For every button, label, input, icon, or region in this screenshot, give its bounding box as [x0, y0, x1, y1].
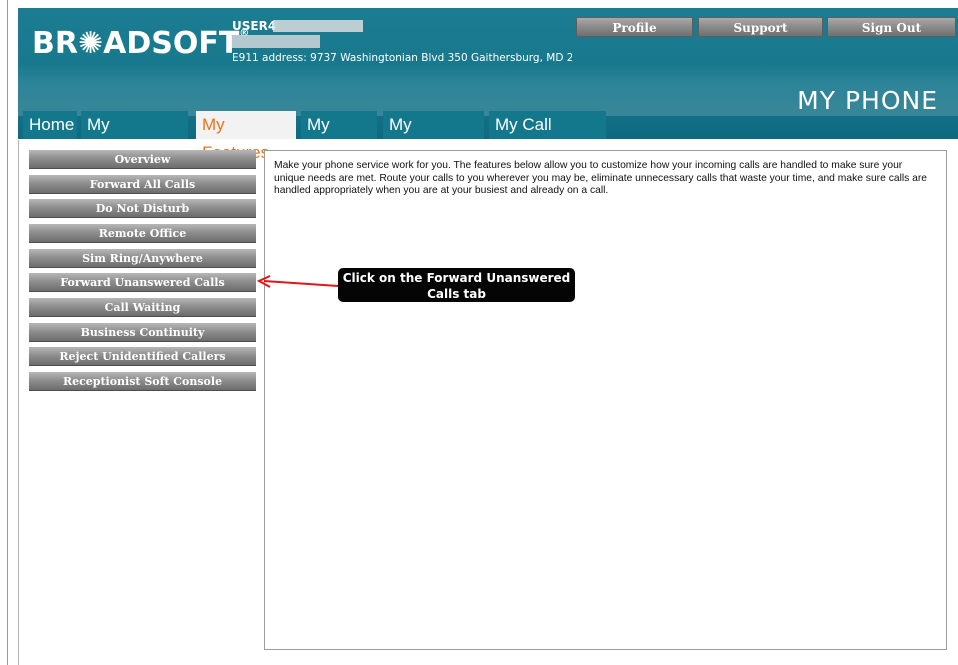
sidebar-item-forward-all-calls[interactable]: Forward All Calls	[29, 175, 256, 194]
sidebar-item-call-waiting[interactable]: Call Waiting	[29, 298, 256, 317]
tab-my-features[interactable]: My Features	[196, 111, 296, 162]
redacted-number	[232, 35, 320, 48]
tab-home[interactable]: Home	[23, 111, 77, 139]
features-content-panel: Make your phone service work for you. Th…	[264, 150, 947, 650]
main-nav: Home My Messages My Features My Rules My…	[18, 108, 958, 162]
sidebar-item-reject-unidentified-callers[interactable]: Reject Unidentified Callers	[29, 347, 256, 366]
sign-out-button[interactable]: Sign Out	[827, 17, 956, 37]
annotation-arrow-icon	[256, 275, 339, 288]
tab-my-messages[interactable]: My Messages	[81, 111, 188, 162]
sidebar-item-receptionist-soft-console[interactable]: Receptionist Soft Console	[29, 372, 256, 391]
sidebar-item-overview[interactable]: Overview	[29, 150, 256, 169]
tab-my-numbers[interactable]: My Numbers	[383, 111, 484, 162]
sidebar-item-sim-ring[interactable]: Sim Ring/Anywhere	[29, 249, 256, 268]
tab-my-rules[interactable]: My Rules	[301, 111, 377, 162]
e911-address: E911 address: 9737 Washingtonian Blvd 35…	[232, 52, 572, 64]
content-left-border	[18, 140, 19, 665]
logo-star-icon: ✺	[77, 26, 104, 61]
page-left-border	[7, 0, 8, 665]
sidebar-item-business-continuity[interactable]: Business Continuity	[29, 323, 256, 342]
username-label: USER4	[232, 19, 277, 33]
broadsoft-logo: BR✺ADSOFT®	[32, 26, 250, 61]
instruction-callout: Click on the Forward Unanswered Calls ta…	[338, 268, 575, 302]
redacted-name	[273, 20, 363, 32]
support-button[interactable]: Support	[698, 17, 823, 37]
sidebar-item-remote-office[interactable]: Remote Office	[29, 224, 256, 243]
features-intro-text: Make your phone service work for you. Th…	[274, 160, 928, 196]
sidebar-item-forward-unanswered-calls[interactable]: Forward Unanswered Calls	[29, 273, 256, 292]
tab-my-call-history[interactable]: My Call History	[489, 111, 606, 162]
profile-button[interactable]: Profile	[576, 17, 693, 37]
sidebar-item-do-not-disturb[interactable]: Do Not Disturb	[29, 199, 256, 218]
